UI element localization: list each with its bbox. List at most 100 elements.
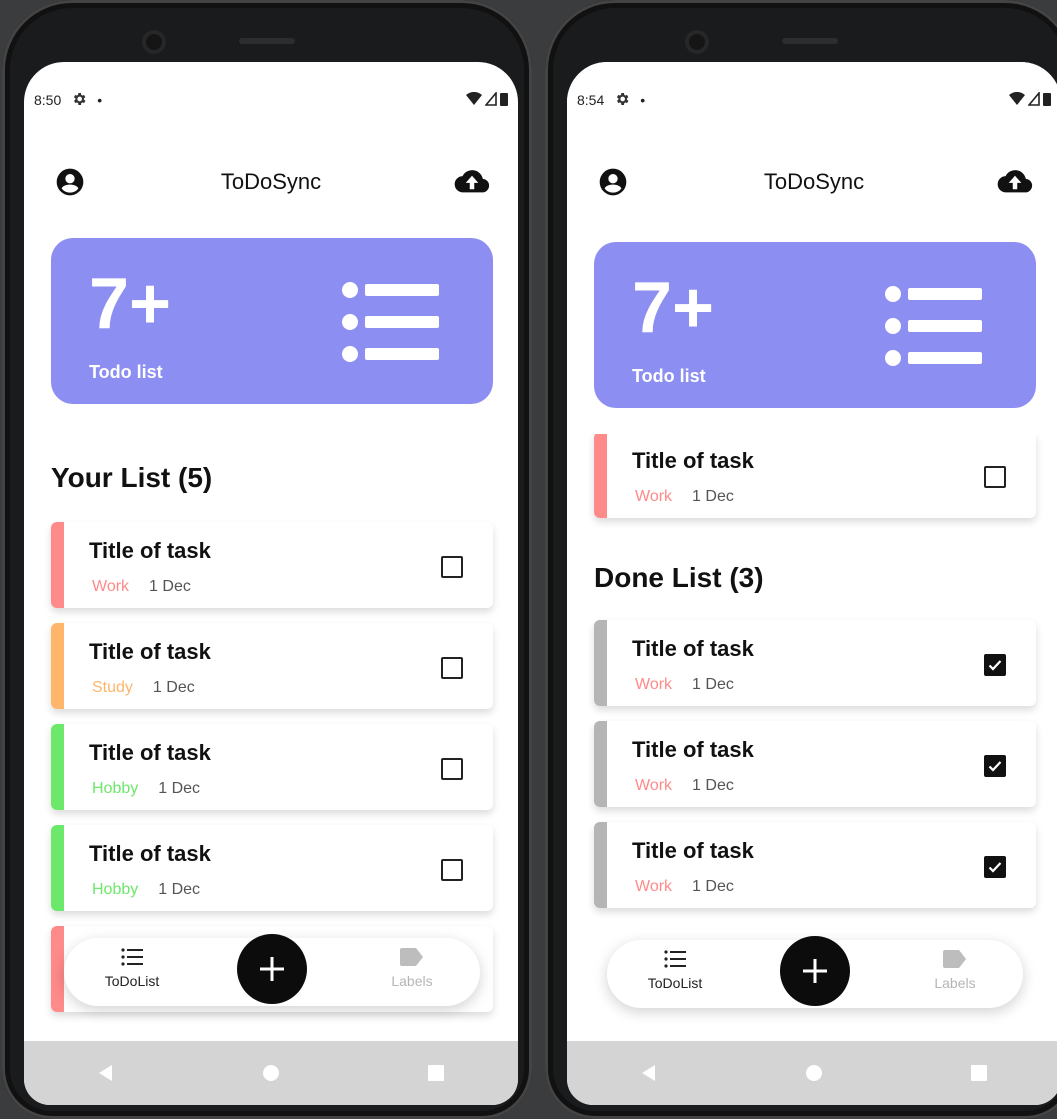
account-circle-icon[interactable] — [52, 164, 88, 200]
task-color-bar — [594, 721, 607, 807]
battery-icon — [1043, 92, 1051, 109]
task-card[interactable]: Title of task Hobby 1 Dec — [51, 724, 493, 810]
signal-icon — [484, 90, 497, 109]
check-icon — [988, 660, 1002, 671]
cloud-upload-icon[interactable] — [454, 164, 490, 200]
gear-icon — [71, 91, 87, 110]
task-checkbox[interactable] — [441, 758, 463, 780]
cloud-upload-icon[interactable] — [997, 164, 1033, 200]
recents-icon[interactable] — [969, 1063, 989, 1083]
signal-icon — [1027, 90, 1040, 109]
task-date: 1 Dec — [692, 878, 734, 895]
task-checkbox[interactable] — [441, 859, 463, 881]
task-checkbox[interactable] — [984, 466, 1006, 488]
account-circle-icon[interactable] — [595, 164, 631, 200]
status-bar-overlay: 8:54 • — [577, 88, 1051, 112]
nav-labels-label: Labels — [391, 973, 433, 989]
task-label: Hobby — [92, 780, 139, 797]
nav-labels-label: Labels — [934, 975, 976, 991]
home-icon[interactable] — [804, 1063, 824, 1083]
done-task-card[interactable]: Title of task Work 1 Dec — [594, 822, 1036, 908]
home-icon[interactable] — [261, 1063, 281, 1083]
todo-summary-banner[interactable]: 7+ Todo list — [51, 238, 493, 404]
notification-dot-icon: • — [97, 92, 103, 108]
bottom-nav: ToDoList Labels — [64, 934, 480, 1006]
screen-right: 8:54 • Title of task Work 1 Dec 8:54 — [567, 62, 1057, 1105]
task-date: 1 Dec — [158, 881, 201, 898]
todo-summary-banner[interactable]: 7+ Todo list — [594, 242, 1036, 408]
app-title: ToDoSync — [220, 169, 322, 194]
task-label: Hobby — [92, 881, 139, 898]
status-time: 8:54 — [577, 92, 605, 108]
task-date: 1 Dec — [692, 488, 734, 505]
speaker — [239, 38, 295, 44]
phone-frame-right: 8:54 • Title of task Work 1 Dec 8:54 — [545, 0, 1057, 1119]
done-task-card[interactable]: Title of task Work 1 Dec — [594, 620, 1036, 706]
task-card[interactable]: Title of task Work 1 Dec — [594, 432, 1036, 518]
label-tag-icon — [943, 950, 966, 968]
list-icon — [342, 282, 439, 362]
task-label: Work — [635, 488, 673, 505]
add-task-button[interactable] — [780, 936, 850, 1006]
list-icon — [885, 286, 982, 366]
battery-icon — [500, 92, 508, 109]
add-task-button[interactable] — [237, 934, 307, 1004]
back-icon[interactable] — [96, 1063, 116, 1083]
app-title: ToDoSync — [763, 169, 865, 194]
task-checkbox[interactable] — [441, 657, 463, 679]
check-icon — [988, 761, 1002, 772]
nav-todolist-label: ToDoList — [104, 973, 160, 989]
camera — [142, 30, 166, 54]
plus-icon — [803, 959, 827, 983]
nav-todolist[interactable]: ToDoList — [625, 950, 725, 991]
list-icon — [121, 948, 143, 966]
task-title: Title of task — [632, 448, 754, 473]
nav-todolist-label: ToDoList — [647, 975, 703, 991]
gear-icon — [614, 91, 630, 110]
recents-icon[interactable] — [426, 1063, 446, 1083]
todo-count: 7+ — [89, 264, 172, 344]
todo-count: 7+ — [632, 268, 715, 348]
task-title: Title of task — [89, 841, 211, 866]
task-label: Work — [635, 777, 673, 794]
todo-summary-label: Todo list — [89, 362, 163, 382]
task-label: Work — [635, 878, 673, 895]
task-checkbox[interactable] — [441, 556, 463, 578]
task-card[interactable]: Title of task Study 1 Dec — [51, 623, 493, 709]
speaker — [782, 38, 838, 44]
app-header: ToDoSync — [595, 164, 1033, 200]
task-checkbox-checked[interactable] — [984, 755, 1006, 777]
task-checkbox-checked[interactable] — [984, 856, 1006, 878]
back-icon[interactable] — [639, 1063, 659, 1083]
done-task-card[interactable]: Title of task Work 1 Dec — [594, 721, 1036, 807]
nav-labels[interactable]: Labels — [362, 948, 462, 989]
task-checkbox-checked[interactable] — [984, 654, 1006, 676]
task-color-bar — [51, 623, 64, 709]
task-date: 1 Dec — [158, 780, 201, 797]
task-title: Title of task — [89, 538, 211, 563]
task-card[interactable]: Title of task Hobby 1 Dec — [51, 825, 493, 911]
task-color-bar — [51, 522, 64, 608]
task-label: Work — [92, 578, 130, 595]
task-card[interactable]: Title of task Work 1 Dec — [51, 522, 493, 608]
label-tag-icon — [400, 948, 423, 966]
plus-icon — [260, 957, 284, 981]
system-nav-bar — [567, 1041, 1057, 1105]
system-nav-bar — [24, 1041, 518, 1105]
task-title: Title of task — [632, 838, 754, 863]
task-color-bar — [594, 432, 607, 518]
task-title: Title of task — [89, 639, 211, 664]
task-date: 1 Dec — [149, 578, 191, 595]
task-color-bar — [51, 926, 64, 1012]
task-label: Work — [635, 676, 673, 693]
done-list-title: Done List (3) — [594, 562, 764, 593]
nav-todolist[interactable]: ToDoList — [82, 948, 182, 989]
task-title: Title of task — [632, 636, 754, 661]
task-label: Study — [92, 679, 133, 696]
app-header: ToDoSync — [52, 164, 490, 200]
task-date: 1 Dec — [152, 679, 195, 696]
task-date: 1 Dec — [692, 777, 734, 794]
status-time: 8:50 — [34, 92, 62, 108]
list-icon — [664, 950, 686, 968]
nav-labels[interactable]: Labels — [905, 950, 1005, 991]
